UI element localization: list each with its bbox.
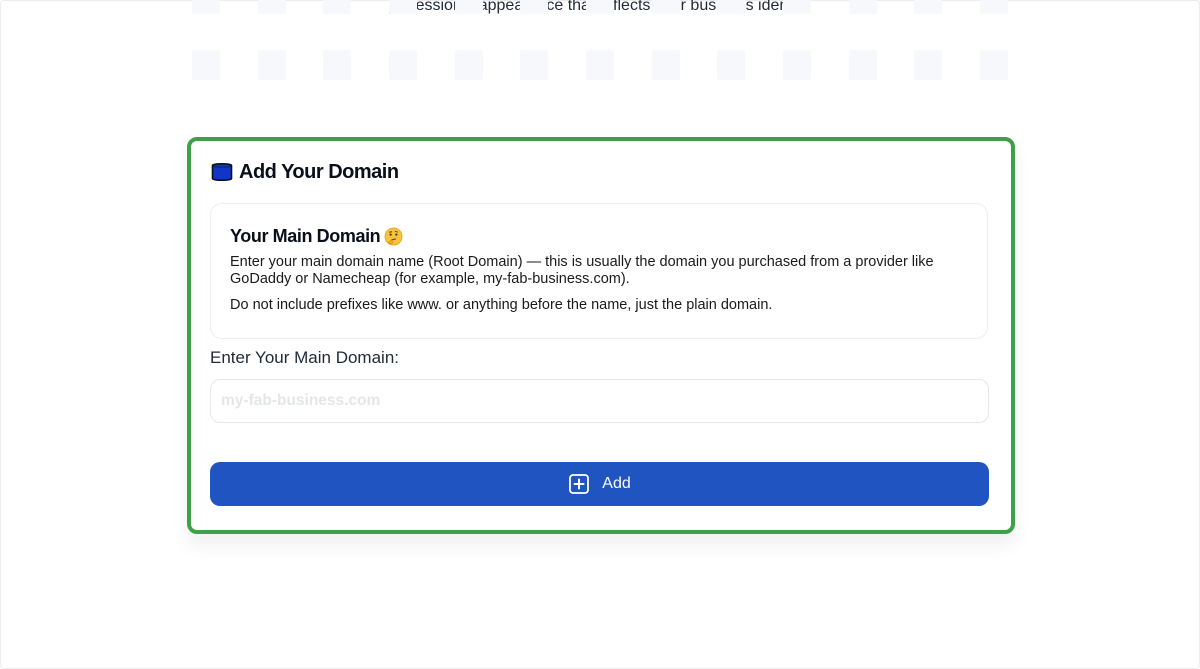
info-paragraph-2: Do not include prefixes like www. or any… [230, 297, 773, 313]
domain-field-label: Enter Your Main Domain: [210, 348, 399, 367]
card-title: Add Your Domain [239, 160, 399, 183]
info-paragraph-1: Enter your main domain name (Root Domain… [230, 254, 934, 287]
database-icon [211, 162, 233, 182]
info-box: Your Main Domain Enter your main domain … [210, 203, 988, 339]
domain-input[interactable] [210, 379, 989, 423]
add-domain-button[interactable]: Add [210, 462, 989, 506]
decorative-pattern-top [192, 0, 1008, 14]
info-title-row: Your Main Domain [230, 226, 969, 247]
add-button-label: Add [602, 475, 631, 492]
decorative-pattern-bottom [192, 50, 1008, 80]
plus-square-icon [569, 474, 590, 494]
card-header: Add Your Domain [210, 160, 399, 184]
add-domain-card: Add Your Domain Your Main Domain Enter y… [194, 143, 1006, 525]
info-title: Your Main Domain [230, 226, 381, 246]
thinking-face-icon [384, 227, 403, 246]
